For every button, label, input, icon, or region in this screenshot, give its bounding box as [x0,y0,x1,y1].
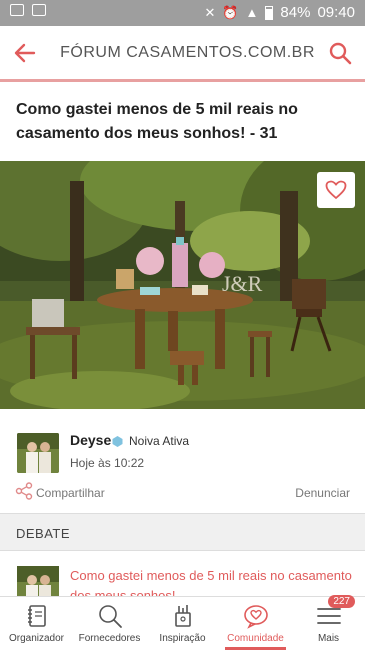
debate-link[interactable]: Como gastei menos de 5 mil reais no casa… [70,566,353,596]
app-bar: FÓRUM CASAMENTOS.COM.BR [0,26,365,82]
battery-level: 84% [280,4,311,21]
author-role: Noiva Ativa [129,434,190,448]
share-button[interactable]: Compartilhar [36,486,105,500]
post-time: Hoje às 10:22 [70,456,145,470]
inspiration-icon [174,605,191,627]
post-actions: Compartilhar Denunciar [0,478,365,508]
tab-mais[interactable]: 227 Mais [292,595,365,650]
debate-list-item[interactable]: Como gastei menos de 5 mil reais no casa… [0,552,365,596]
tab-organizador[interactable]: Organizador [0,597,73,650]
tab-label: Mais [317,633,340,644]
bottom-tab-bar: Organizador Fornecedores Inspiração Comu… [0,595,365,650]
hd-notification-icon [32,4,46,16]
tab-inspiracao[interactable]: Inspiração [146,597,219,650]
chat-heart-icon [243,605,268,629]
notification-badge: 227 [328,595,355,608]
tab-comunidade[interactable]: Comunidade [219,597,292,650]
report-button[interactable]: Denunciar [295,486,350,500]
alarm-icon: ⏰ [222,4,239,20]
gallery-notification-icon [10,4,24,16]
heart-icon [325,180,347,200]
notebook-icon [27,605,46,627]
tab-label: Comunidade [227,633,284,644]
search-icon[interactable] [327,40,353,66]
back-arrow-icon[interactable] [12,40,38,66]
share-icon[interactable] [15,482,33,500]
tab-label: Inspiração [159,633,206,644]
search-icon [98,605,122,628]
tab-label: Fornecedores [78,633,141,644]
author-name[interactable]: Deyse [70,432,111,448]
post-author: Deyse Noiva Ativa Hoje às 10:22 [0,410,365,473]
debate-thumbnail [17,566,59,596]
tab-fornecedores[interactable]: Fornecedores [73,597,146,650]
post-image[interactable]: J&R [0,161,365,409]
level-badge-icon [112,436,123,447]
clock: 09:40 [317,4,355,21]
app-title: FÓRUM CASAMENTOS.COM.BR [60,44,315,61]
post-title: Como gastei menos de 5 mil reais no casa… [16,101,298,142]
tab-label: Organizador [8,633,65,644]
signal-icon: ▲ [245,4,259,20]
battery-icon [265,5,274,20]
section-label: DEBATE [16,526,71,541]
image-watermark: J&R [222,271,263,296]
favorite-button[interactable] [317,172,355,208]
mute-icon: ✕ [204,4,216,20]
avatar[interactable] [17,433,59,473]
status-bar: ✕ ⏰ ▲ 84% 09:40 [0,0,365,26]
debate-section-header: DEBATE [0,513,365,551]
